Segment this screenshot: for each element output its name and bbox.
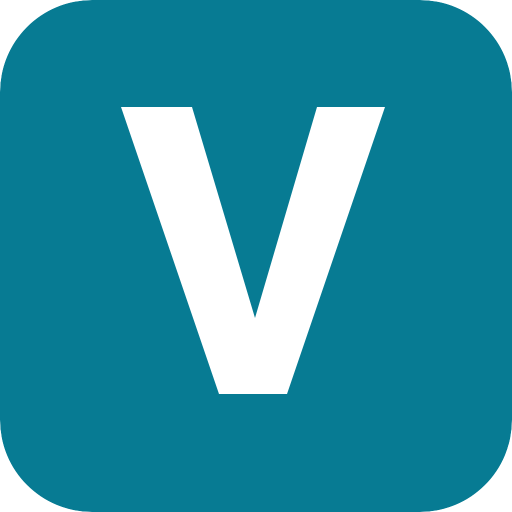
v-logo-icon [0, 0, 512, 512]
icon-background [0, 0, 512, 512]
app-icon [0, 0, 512, 512]
